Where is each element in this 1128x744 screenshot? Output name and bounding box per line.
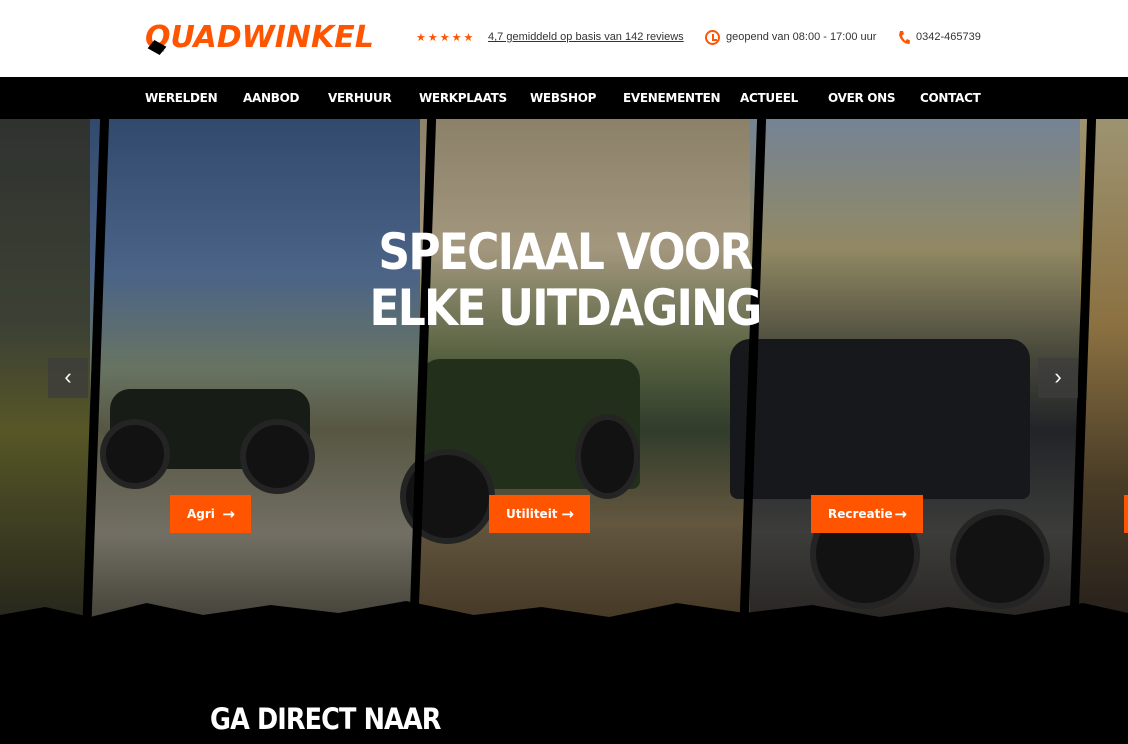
nav-item-over-ons[interactable]: OVER ONS	[828, 77, 896, 119]
nav-item-webshop[interactable]: WEBSHOP	[530, 77, 596, 119]
chevron-right-icon: ›	[1054, 364, 1062, 389]
slider-prev-button[interactable]: ‹	[48, 358, 88, 398]
site-header: QUADWINKEL ★★★★★ 4,7 gemiddeld op basis …	[0, 0, 1128, 77]
rating-stars-icon: ★★★★★	[416, 32, 476, 44]
nav-item-contact[interactable]: CONTACT	[920, 77, 981, 119]
chevron-left-icon: ‹	[64, 364, 72, 389]
nav-item-aanbod[interactable]: AANBOD	[243, 77, 299, 119]
phone-number[interactable]: 0342-465739	[916, 31, 981, 43]
nav-item-evenementen[interactable]: EVENEMENTEN	[623, 77, 721, 119]
main-nav: WERELDEN AANBOD VERHUUR WERKPLAATS WEBSH…	[0, 77, 1128, 119]
hero-title: SPECIAAL VOOR ELKE UITDAGING	[369, 223, 762, 337]
phone-icon	[899, 31, 910, 44]
nav-item-actueel[interactable]: ACTUEEL	[740, 77, 798, 119]
opening-hours: geopend van 08:00 - 17:00 uur	[726, 31, 877, 43]
arrow-right-icon: →	[561, 505, 574, 523]
logo-text: QUADWINKEL	[145, 20, 374, 55]
nav-item-werelden[interactable]: WERELDEN	[145, 77, 218, 119]
nav-item-werkplaats[interactable]: WERKPLAATS	[419, 77, 507, 119]
arrow-right-icon: →	[222, 505, 235, 523]
nav-item-verhuur[interactable]: VERHUUR	[328, 77, 392, 119]
category-label: Agri	[187, 507, 215, 521]
hero-slider: SPECIAAL VOOR ELKE UITDAGING ‹ › Agri → …	[0, 119, 1128, 637]
hero-overlay	[0, 119, 1128, 637]
category-label: Utiliteit	[506, 507, 558, 521]
reviews-link[interactable]: 4,7 gemiddeld op basis van 142 reviews	[488, 31, 684, 43]
category-button-agri[interactable]: Agri →	[170, 495, 251, 533]
category-button-utiliteit[interactable]: Utiliteit →	[489, 495, 590, 533]
category-label: Recreatie	[828, 507, 893, 521]
section-title: GA DIRECT NAAR	[210, 702, 441, 736]
category-button-recreatie[interactable]: Recreatie →	[811, 495, 923, 533]
clock-icon	[705, 30, 720, 45]
logo[interactable]: QUADWINKEL	[145, 18, 385, 58]
slider-next-button[interactable]: ›	[1038, 358, 1078, 398]
category-button-partial[interactable]	[1124, 495, 1128, 533]
arrow-right-icon: →	[894, 505, 907, 523]
